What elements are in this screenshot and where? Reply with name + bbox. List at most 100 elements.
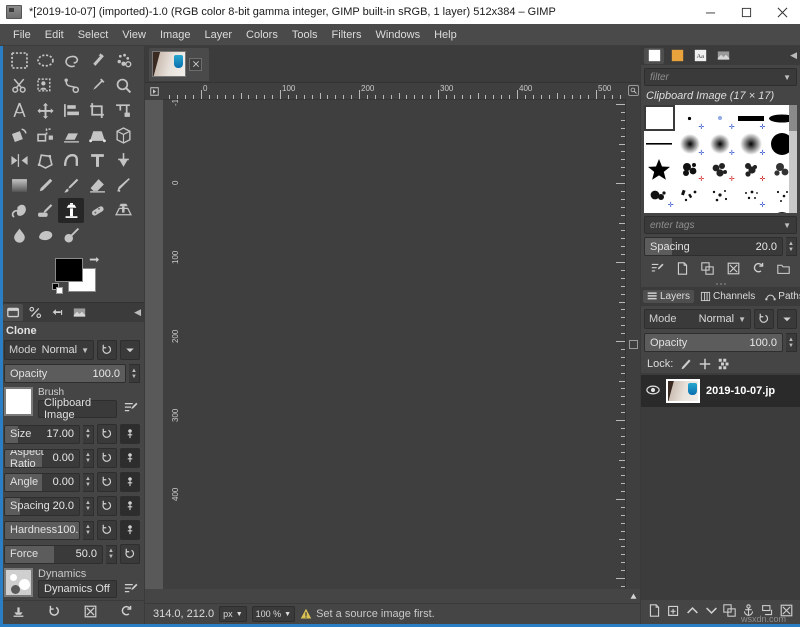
- link-aspect-ratio-button[interactable]: [120, 448, 140, 468]
- link-spacing-button[interactable]: [120, 496, 140, 516]
- minimize-button[interactable]: [692, 0, 728, 24]
- quick-mask-button[interactable]: [626, 100, 640, 589]
- menu-colors[interactable]: Colors: [239, 26, 285, 44]
- brush-spacing-slider[interactable]: Spacing 20.0: [644, 237, 783, 256]
- brush-grid-scrollbar[interactable]: [789, 105, 797, 213]
- angle-stepper[interactable]: ▲▼: [83, 473, 94, 492]
- cage-transform-tool-icon[interactable]: [32, 148, 58, 173]
- reset-force-button[interactable]: [120, 544, 140, 564]
- reset-angle-button[interactable]: [97, 472, 117, 492]
- move-tool-icon[interactable]: [32, 98, 58, 123]
- reset-hardness-button[interactable]: [97, 520, 117, 540]
- brush-item[interactable]: ✛: [736, 209, 767, 213]
- brushes-menu-arrow[interactable]: ◀: [790, 50, 797, 61]
- document-history-icon[interactable]: [713, 48, 733, 64]
- flip-tool-icon[interactable]: [6, 148, 32, 173]
- navigation-button[interactable]: [626, 589, 640, 603]
- brushes-icon[interactable]: [644, 48, 664, 64]
- menu-image[interactable]: Image: [153, 26, 198, 44]
- measure-tool-icon[interactable]: [6, 98, 32, 123]
- scissors-select-tool-icon[interactable]: [6, 73, 32, 98]
- layer-list[interactable]: 2019-10-07.jp: [641, 373, 800, 600]
- open-brush-folder-icon[interactable]: [777, 262, 790, 278]
- paintbrush-tool-icon[interactable]: [58, 173, 84, 198]
- brush-item[interactable]: ✛: [705, 209, 736, 213]
- reset-tool-options-icon[interactable]: [120, 605, 133, 621]
- horizontal-scrollbar[interactable]: [145, 589, 163, 603]
- reset-spacing-button[interactable]: [97, 496, 117, 516]
- zoom-dropdown[interactable]: 100 % ▼: [252, 606, 295, 622]
- force-stepper[interactable]: ▲▼: [106, 545, 117, 564]
- brush-item[interactable]: [675, 183, 706, 209]
- foreground-color-swatch[interactable]: [55, 258, 83, 282]
- force-slider[interactable]: Force 50.0: [4, 545, 103, 564]
- save-tool-preset-icon[interactable]: [12, 605, 25, 621]
- tab-channels[interactable]: Channels: [696, 290, 759, 303]
- device-status-icon[interactable]: [25, 304, 45, 321]
- pencil-tool-icon[interactable]: [32, 173, 58, 198]
- refresh-brushes-icon[interactable]: [752, 262, 765, 278]
- lock-pixels-icon[interactable]: [680, 358, 692, 370]
- reset-aspect-ratio-button[interactable]: [97, 448, 117, 468]
- chevron-down-icon[interactable]: ▼: [783, 221, 791, 230]
- lower-layer-icon[interactable]: [705, 604, 718, 620]
- aspect-ratio-slider[interactable]: Aspect Ratio 0.00: [4, 449, 80, 468]
- angle-slider[interactable]: Angle 0.00: [4, 473, 80, 492]
- brush-item[interactable]: ✛: [705, 105, 736, 131]
- ink-tool-icon[interactable]: [6, 198, 32, 223]
- edit-brush-icon[interactable]: [651, 262, 664, 278]
- blur-sharpen-tool-icon[interactable]: [6, 223, 32, 248]
- fuzzy-select-tool-icon[interactable]: [84, 48, 110, 73]
- zoom-image-button[interactable]: [626, 83, 640, 100]
- layer-mode-menu-button[interactable]: [777, 309, 797, 329]
- select-by-color-tool-icon[interactable]: [110, 48, 136, 73]
- images-icon[interactable]: [69, 304, 89, 321]
- brush-item[interactable]: ✛: [705, 157, 736, 183]
- brush-item[interactable]: ✛: [675, 105, 706, 131]
- layer-visibility-icon[interactable]: [646, 383, 660, 400]
- rectangle-select-tool-icon[interactable]: [6, 48, 32, 73]
- brush-item[interactable]: ✛: [675, 209, 706, 213]
- link-angle-button[interactable]: [120, 472, 140, 492]
- opacity-stepper[interactable]: ▲▼: [129, 364, 140, 383]
- mode-menu-button[interactable]: [120, 340, 140, 360]
- delete-brush-icon[interactable]: [727, 262, 740, 278]
- menu-windows[interactable]: Windows: [368, 26, 427, 44]
- menu-view[interactable]: View: [115, 26, 153, 44]
- brush-item[interactable]: ✛: [736, 105, 767, 131]
- duplicate-layer-icon[interactable]: [723, 604, 736, 620]
- smudge-tool-icon[interactable]: [32, 223, 58, 248]
- edit-brush-icon[interactable]: [122, 399, 140, 417]
- brush-filter-input[interactable]: filter ▼: [644, 68, 797, 86]
- perspective-clone-tool-icon[interactable]: [110, 198, 136, 223]
- delete-tool-preset-icon[interactable]: [84, 605, 97, 621]
- layer-opacity-stepper[interactable]: ▲▼: [786, 333, 797, 352]
- warp-transform-tool-icon[interactable]: [58, 148, 84, 173]
- image-tab[interactable]: [149, 48, 209, 81]
- menu-file[interactable]: File: [6, 26, 38, 44]
- 3d-transform-tool-icon[interactable]: [110, 123, 136, 148]
- spacing-slider[interactable]: Spacing 20.0: [4, 497, 80, 516]
- free-select-tool-icon[interactable]: [58, 48, 84, 73]
- brush-item[interactable]: ✛: [675, 131, 706, 157]
- paths-tool-icon[interactable]: [58, 73, 84, 98]
- size-slider[interactable]: Size 17.00: [4, 425, 80, 444]
- chevron-down-icon[interactable]: ▼: [783, 73, 791, 82]
- menu-layer[interactable]: Layer: [198, 26, 240, 44]
- layer-row[interactable]: 2019-10-07.jp: [641, 375, 800, 407]
- gradient-tool-icon[interactable]: [6, 173, 32, 198]
- crop-tool-icon[interactable]: [84, 98, 110, 123]
- brush-item[interactable]: ✛: [644, 183, 675, 209]
- edit-dynamics-icon[interactable]: [122, 580, 140, 598]
- swap-colors-icon[interactable]: [88, 255, 99, 266]
- link-size-button[interactable]: [120, 424, 140, 444]
- brush-item[interactable]: ✛: [675, 157, 706, 183]
- raise-layer-icon[interactable]: [686, 604, 699, 620]
- tab-layers[interactable]: Layers: [643, 290, 694, 303]
- vertical-scrollbar[interactable]: [163, 589, 626, 603]
- menu-filters[interactable]: Filters: [325, 26, 369, 44]
- dodge-burn-tool-icon[interactable]: [58, 223, 84, 248]
- layer-name[interactable]: 2019-10-07.jp: [706, 385, 775, 397]
- mode-dropdown[interactable]: Mode Normal ▼: [4, 340, 94, 360]
- menu-select[interactable]: Select: [71, 26, 116, 44]
